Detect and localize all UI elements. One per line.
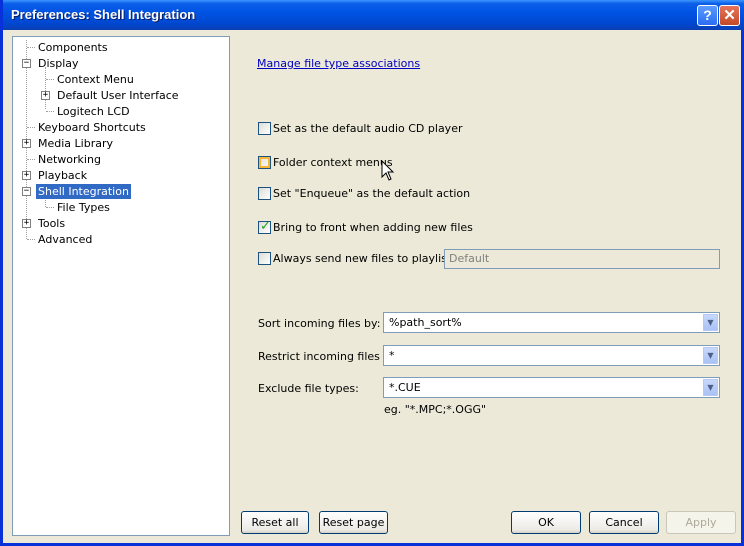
tree-item-default-user-interface[interactable]: Default User Interface	[55, 88, 181, 103]
window-title: Preferences: Shell Integration	[11, 7, 196, 22]
tree-connector	[46, 207, 54, 208]
preferences-window: Preferences: Shell Integration ? ✕ − + +…	[0, 0, 744, 546]
tree-item-shell-integration[interactable]: Shell Integration	[36, 184, 131, 199]
manage-file-type-associations-link[interactable]: Manage file type associations	[257, 57, 420, 70]
tree-item-playback[interactable]: Playback	[36, 168, 89, 183]
checkbox-box[interactable]	[258, 122, 271, 135]
chevron-down-icon[interactable]: ▼	[703, 314, 718, 331]
tree-item-display[interactable]: Display	[36, 56, 81, 71]
expand-icon[interactable]: +	[22, 139, 31, 148]
preferences-tree[interactable]: − + + + − + Components Display Context M…	[12, 36, 230, 536]
tree-item-file-types[interactable]: File Types	[55, 200, 112, 215]
help-icon: ?	[703, 7, 712, 23]
restrict-value: *	[389, 349, 395, 362]
expand-icon[interactable]: +	[22, 171, 31, 180]
sort-value: %path_sort%	[389, 316, 462, 329]
tree-item-keyboard-shortcuts[interactable]: Keyboard Shortcuts	[36, 120, 148, 135]
tree-item-advanced[interactable]: Advanced	[36, 232, 94, 247]
close-icon: ✕	[723, 7, 736, 24]
tree-item-networking[interactable]: Networking	[36, 152, 103, 167]
restrict-label: Restrict incoming files to:	[258, 350, 399, 363]
collapse-icon[interactable]: −	[22, 187, 31, 196]
apply-button[interactable]: Apply	[666, 511, 736, 534]
reset-page-button[interactable]: Reset page	[319, 511, 388, 534]
tree-item-components[interactable]: Components	[36, 40, 110, 55]
ok-button[interactable]: OK	[511, 511, 581, 534]
title-bar[interactable]: Preferences: Shell Integration ? ✕	[3, 0, 744, 30]
tree-connector	[46, 111, 54, 112]
checkmark-icon: ✓	[260, 219, 271, 234]
checkbox-label: Set "Enqueue" as the default action	[273, 187, 471, 200]
tree-item-context-menu[interactable]: Context Menu	[55, 72, 136, 87]
tree-item-logitech-lcd[interactable]: Logitech LCD	[55, 104, 132, 119]
tree-connector	[27, 47, 35, 48]
tree-connector	[27, 239, 35, 240]
checkbox-label: Set as the default audio CD player	[273, 122, 463, 135]
checkbox-label: Always send new files to playlist:	[273, 252, 455, 265]
checkbox-box[interactable]	[258, 156, 271, 169]
checkbox-box[interactable]: ✓	[258, 219, 271, 234]
chevron-down-icon[interactable]: ▼	[703, 347, 718, 364]
mouse-cursor-icon	[381, 160, 395, 181]
playlist-name-input[interactable]: Default	[444, 249, 720, 269]
chevron-down-icon[interactable]: ▼	[703, 379, 718, 396]
exclude-hint: eg. "*.MPC;*.OGG"	[384, 403, 487, 416]
tree-connector	[27, 127, 35, 128]
sort-combobox[interactable]: %path_sort% ▼	[383, 312, 720, 333]
checkbox-label: Bring to front when adding new files	[273, 221, 473, 234]
tree-connector	[46, 79, 54, 80]
expand-icon[interactable]: +	[22, 219, 31, 228]
sort-label: Sort incoming files by:	[258, 317, 381, 330]
tree-item-media-library[interactable]: Media Library	[36, 136, 115, 151]
exclude-label: Exclude file types:	[258, 382, 359, 395]
help-button[interactable]: ?	[697, 5, 718, 26]
exclude-combobox[interactable]: *.CUE ▼	[383, 377, 720, 398]
cancel-button[interactable]: Cancel	[589, 511, 659, 534]
tree-connector	[27, 159, 35, 160]
checkbox-box[interactable]	[258, 187, 271, 200]
reset-all-button[interactable]: Reset all	[241, 511, 309, 534]
checkbox-label: Folder context menus	[273, 156, 393, 169]
exclude-value: *.CUE	[389, 381, 421, 394]
checkbox-box[interactable]	[258, 252, 271, 265]
expand-icon[interactable]: +	[41, 91, 50, 100]
tree-connector	[45, 67, 46, 109]
tree-item-tools[interactable]: Tools	[36, 216, 67, 231]
collapse-icon[interactable]: −	[22, 59, 31, 68]
restrict-combobox[interactable]: * ▼	[383, 345, 720, 366]
close-button[interactable]: ✕	[719, 5, 740, 26]
